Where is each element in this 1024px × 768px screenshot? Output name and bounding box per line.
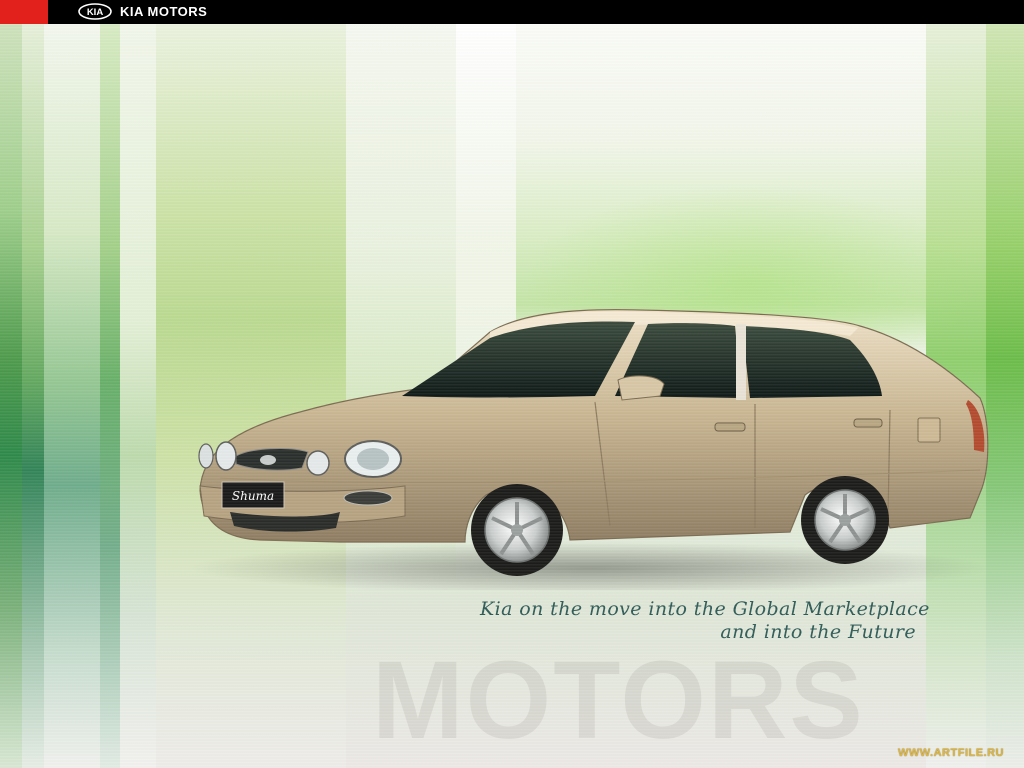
window-pillar — [736, 324, 746, 400]
watermark-text: WWW.ARTFILE.RU — [898, 747, 1004, 759]
rear-wheel-hub — [839, 514, 851, 526]
door-handle — [853, 418, 883, 428]
headlight — [215, 441, 237, 471]
headlight — [306, 450, 330, 476]
headlight-inner — [357, 448, 389, 470]
tagline-line-1: Kia on the move into the Global Marketpl… — [480, 598, 930, 620]
top-bar: KIA KIA MOTORS — [0, 0, 1024, 24]
background-stripe — [986, 24, 1024, 768]
front-wheel-hub — [511, 524, 523, 536]
car-image: Shuma — [190, 309, 990, 590]
side-mirror — [617, 375, 665, 401]
hero-scene: MOTORS Shuma Kia on the move into the Gl… — [0, 24, 1024, 768]
kia-logo-text: KIA — [87, 7, 104, 18]
background-stripe — [44, 24, 100, 768]
model-badge-text: Shuma — [232, 489, 274, 503]
tagline: Kia on the move into the Global Marketpl… — [480, 598, 930, 644]
grille-badge — [260, 455, 276, 465]
tagline-line-2: and into the Future — [720, 621, 916, 643]
background-stripe — [120, 24, 156, 768]
background-stripe — [0, 24, 22, 768]
kia-logo-icon: KIA — [78, 3, 112, 20]
background-stripe — [100, 24, 120, 768]
background-word: MOTORS — [372, 639, 865, 762]
red-accent-block — [0, 0, 48, 24]
fog-light — [343, 490, 393, 506]
brand-name: KIA MOTORS — [120, 4, 208, 19]
headlight — [198, 443, 214, 469]
fuel-door — [917, 417, 941, 443]
background-stripe — [22, 24, 44, 768]
windshield — [402, 321, 635, 398]
door-handle — [714, 422, 746, 432]
